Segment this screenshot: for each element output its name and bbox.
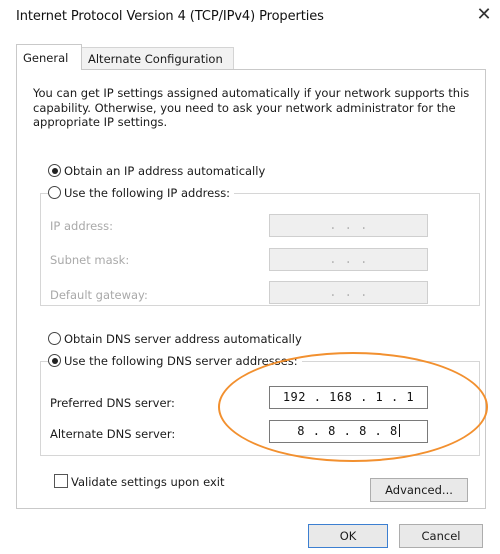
dialog-title: Internet Protocol Version 4 (TCP/IPv4) P… xyxy=(16,9,324,24)
tcpip-properties-dialog: Internet Protocol Version 4 (TCP/IPv4) P… xyxy=(0,0,500,554)
ok-button[interactable]: OK xyxy=(308,524,388,548)
radio-icon[interactable] xyxy=(48,186,61,199)
checkbox-label: Validate settings upon exit xyxy=(71,475,225,489)
ip-address-label: IP address: xyxy=(50,219,114,233)
cancel-button[interactable]: Cancel xyxy=(399,524,483,548)
default-gateway-input[interactable]: . . . xyxy=(269,281,428,304)
radio-obtain-ip-auto[interactable]: Obtain an IP address automatically xyxy=(48,163,265,179)
subnet-mask-label: Subnet mask: xyxy=(50,253,130,267)
radio-obtain-dns-auto[interactable]: Obtain DNS server address automatically xyxy=(48,331,302,347)
default-gateway-label: Default gateway: xyxy=(50,288,148,302)
tab-alternate-configuration[interactable]: Alternate Configuration xyxy=(82,47,234,69)
alternate-dns-value: 8 . 8 . 8 . 8 xyxy=(297,424,398,438)
preferred-dns-label: Preferred DNS server: xyxy=(50,396,175,410)
tab-general[interactable]: General xyxy=(16,44,82,70)
alternate-dns-input[interactable]: 8 . 8 . 8 . 8 xyxy=(269,420,428,443)
radio-use-following-dns[interactable]: Use the following DNS server addresses: xyxy=(48,353,302,369)
radio-icon[interactable] xyxy=(48,332,61,345)
radio-icon[interactable] xyxy=(48,164,61,177)
radio-label: Use the following IP address: xyxy=(64,186,231,200)
description-text: You can get IP settings assigned automat… xyxy=(33,86,470,129)
radio-label: Obtain DNS server address automatically xyxy=(64,332,302,346)
alternate-dns-label: Alternate DNS server: xyxy=(50,427,176,441)
radio-use-following-ip[interactable]: Use the following IP address: xyxy=(48,185,235,201)
radio-label: Use the following DNS server addresses: xyxy=(64,354,298,368)
close-icon[interactable]: ✕ xyxy=(472,3,496,27)
radio-label: Obtain an IP address automatically xyxy=(64,164,266,178)
ip-address-input[interactable]: . . . xyxy=(269,214,428,237)
preferred-dns-input[interactable]: 192 . 168 . 1 . 1 xyxy=(269,386,428,409)
text-cursor xyxy=(398,424,400,437)
validate-settings-checkbox[interactable]: Validate settings upon exit xyxy=(54,474,224,489)
checkbox-icon[interactable] xyxy=(54,474,68,488)
subnet-mask-input[interactable]: . . . xyxy=(269,248,428,271)
radio-icon[interactable] xyxy=(48,354,61,367)
advanced-button[interactable]: Advanced... xyxy=(370,478,468,502)
